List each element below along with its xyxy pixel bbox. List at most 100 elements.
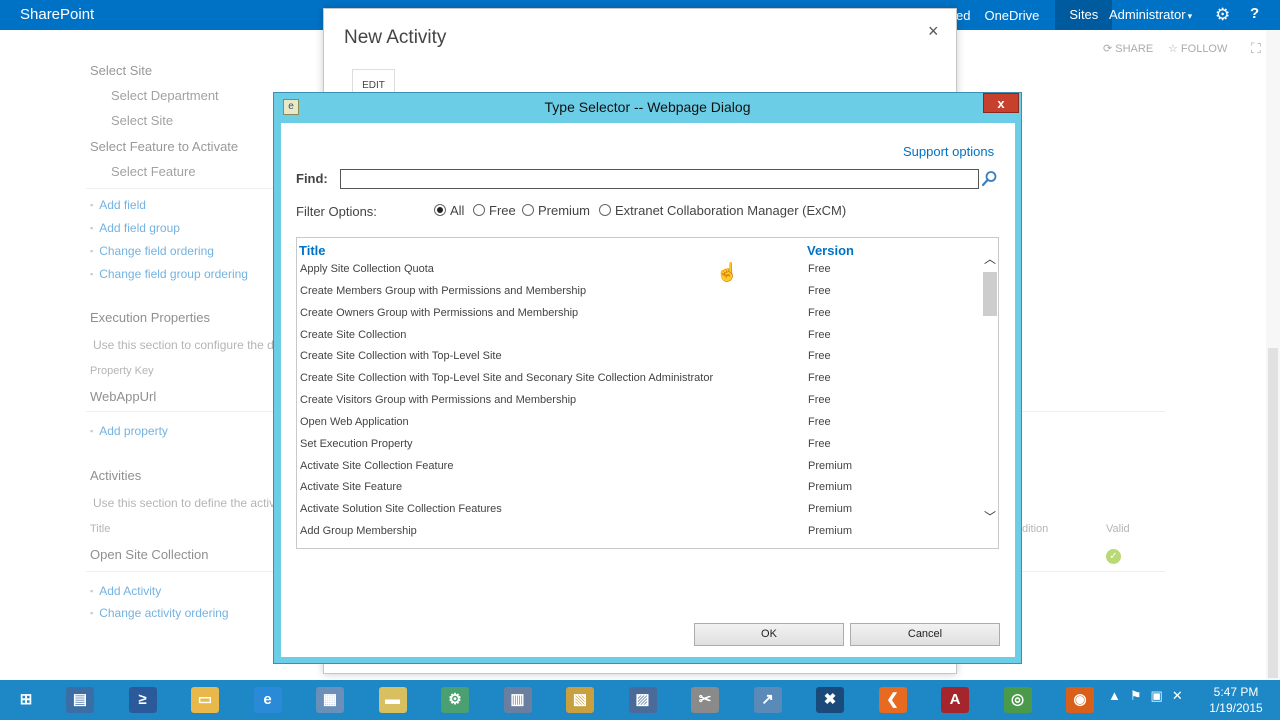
- find-input[interactable]: [340, 169, 979, 189]
- clock[interactable]: 5:47 PM 1/19/2015: [1196, 684, 1276, 716]
- powershell-icon[interactable]: ≥: [117, 682, 169, 718]
- activity-type-rows: Apply Site Collection Quota Free Create Me…: [297, 261, 982, 545]
- internet-explorer-glyph: e: [253, 687, 282, 713]
- activity-type-list[interactable]: Title Version Apply Site Collection Quot…: [296, 237, 999, 549]
- gear-icon[interactable]: ⚙: [1215, 5, 1230, 25]
- flag-icon[interactable]: ⚑: [1130, 688, 1142, 704]
- search-icon[interactable]: [981, 170, 998, 187]
- cancel-button[interactable]: Cancel: [850, 623, 1000, 646]
- access-glyph: A: [941, 687, 969, 713]
- table-row[interactable]: Open Web Application Free: [297, 414, 982, 436]
- row-version: Free: [808, 372, 831, 385]
- custom-app-icon[interactable]: ❮: [867, 682, 919, 718]
- row-version: Premium: [808, 503, 853, 516]
- firefox-icon[interactable]: ◉: [1054, 682, 1106, 718]
- table-row[interactable]: Apply Site Collection Quota Free: [297, 261, 982, 283]
- row-version: Premium: [808, 459, 853, 472]
- table-row[interactable]: Create Owners Group with Permissions and…: [297, 305, 982, 327]
- hand-cursor-icon: ☝: [716, 262, 739, 282]
- title-column-header[interactable]: Title: [299, 243, 326, 258]
- suite-link-onedrive[interactable]: OneDrive: [984, 8, 1039, 23]
- row-version: Free: [808, 415, 831, 428]
- chevron-down-icon: ▾: [1187, 11, 1193, 21]
- admin-tools-icon[interactable]: ✂: [679, 682, 731, 718]
- file-explorer-glyph: ▭: [191, 687, 219, 713]
- row-version: Premium: [808, 525, 853, 538]
- filter-all-label: All: [450, 202, 465, 218]
- table-row[interactable]: Create Members Group with Permissions an…: [297, 283, 982, 305]
- network-icon[interactable]: ⚙: [429, 682, 481, 718]
- filter-all-radio[interactable]: All: [434, 202, 464, 218]
- close-icon[interactable]: ×: [928, 21, 939, 42]
- clock-date: 1/19/2015: [1209, 701, 1263, 715]
- find-label: Find:: [296, 171, 328, 186]
- table-row[interactable]: Create Site Collection Free: [297, 327, 982, 349]
- file-explorer-icon[interactable]: ▭: [179, 682, 231, 718]
- chevron-up-icon[interactable]: ︿: [984, 250, 996, 267]
- row-title: Activate Solution Site Collection Featur…: [300, 503, 502, 516]
- registry-glyph: ▥: [503, 687, 532, 713]
- table-row[interactable]: Create Site Collection with Top-Level Si…: [297, 370, 982, 392]
- table-row[interactable]: Activate Site Feature Premium: [297, 479, 982, 501]
- taskbar: ⊞ ▤ ≥ ▭ e ▦ ▬ ⚙ ▥ ▧ ▨ ✂ ↗ ✖ ❮ A ◎ ◉: [0, 680, 1280, 720]
- new-activity-title: New Activity: [344, 27, 447, 48]
- start-icon[interactable]: ⊞: [0, 682, 52, 718]
- sharepoint-designer-icon[interactable]: ↗: [742, 682, 794, 718]
- remote-desktop-glyph: ▨: [628, 687, 657, 713]
- filter-excm-radio[interactable]: Extranet Collaboration Manager (ExCM): [599, 202, 846, 218]
- chevron-down-icon[interactable]: ﹀: [984, 508, 996, 525]
- notepad-glyph: ▬: [378, 687, 407, 713]
- notepad-icon[interactable]: ▬: [367, 682, 419, 718]
- row-title: Create Owners Group with Permissions and…: [300, 306, 579, 319]
- control-panel-icon[interactable]: ▦: [304, 682, 356, 718]
- chrome-glyph: ◎: [1003, 687, 1032, 713]
- row-version: Free: [808, 263, 831, 275]
- ok-button[interactable]: OK: [694, 623, 844, 646]
- help-icon[interactable]: ?: [1250, 5, 1259, 22]
- filter-options-label: Filter Options:: [296, 204, 377, 219]
- table-row[interactable]: Create Visitors Group with Permissions a…: [297, 392, 982, 414]
- sharepoint-brand[interactable]: SharePoint: [20, 6, 94, 23]
- remote-desktop-icon[interactable]: ▨: [617, 682, 669, 718]
- chrome-icon[interactable]: ◎: [992, 682, 1044, 718]
- user-menu[interactable]: Administrator ▾: [1109, 7, 1192, 22]
- list-scrollbar-thumb[interactable]: [983, 272, 997, 316]
- visual-studio-tools-icon[interactable]: ✖: [804, 682, 856, 718]
- registry-icon[interactable]: ▥: [492, 682, 544, 718]
- list-scrollbar[interactable]: ︿ ﹀: [982, 250, 998, 526]
- row-version: Free: [808, 328, 831, 341]
- row-title: Set Execution Property: [300, 437, 413, 450]
- table-row[interactable]: Set Execution Property Free: [297, 436, 982, 458]
- suite-link-fragment[interactable]: ed: [956, 8, 970, 23]
- type-selector-body: Support options Find: Filter Options: Al…: [281, 123, 1015, 657]
- table-row[interactable]: Activate Solution Site Collection Featur…: [297, 501, 982, 523]
- table-row[interactable]: Activate Site Collection Feature Premium: [297, 458, 982, 480]
- suite-link-sites[interactable]: Sites: [1055, 0, 1113, 30]
- filter-premium-label: Premium: [538, 202, 591, 218]
- filter-premium-radio[interactable]: Premium: [522, 202, 590, 218]
- show-hidden-icons-icon[interactable]: ▲: [1108, 688, 1121, 704]
- support-options-link[interactable]: Support options: [903, 144, 994, 159]
- version-column-header[interactable]: Version: [807, 243, 854, 258]
- type-selector-dialog: e Type Selector -- Webpage Dialog x Supp…: [273, 92, 1022, 664]
- access-icon[interactable]: A: [929, 682, 981, 718]
- internet-explorer-icon[interactable]: e: [242, 682, 294, 718]
- filter-free-radio[interactable]: Free: [473, 202, 516, 218]
- radio-icon: [599, 204, 611, 216]
- row-title: Add Group Membership: [300, 525, 417, 538]
- row-version: Free: [808, 284, 831, 297]
- close-button[interactable]: x: [983, 93, 1019, 113]
- row-version: Free: [808, 306, 831, 319]
- row-title: Open Web Application: [300, 415, 409, 428]
- row-title: Activate Site Collection Feature: [300, 459, 454, 472]
- custom-app-glyph: ❮: [878, 687, 907, 713]
- volume-muted-icon[interactable]: ✕: [1172, 688, 1183, 704]
- table-row[interactable]: Add Group Membership Premium: [297, 523, 982, 545]
- user-name: Administrator: [1109, 7, 1186, 22]
- sql-tools-glyph: ▧: [566, 687, 594, 713]
- server-manager-icon[interactable]: ▤: [54, 682, 106, 718]
- sql-tools-icon[interactable]: ▧: [554, 682, 606, 718]
- table-row[interactable]: Create Site Collection with Top-Level Si…: [297, 348, 982, 370]
- network-tray-icon[interactable]: ▣: [1151, 688, 1163, 704]
- server-manager-glyph: ▤: [66, 687, 94, 713]
